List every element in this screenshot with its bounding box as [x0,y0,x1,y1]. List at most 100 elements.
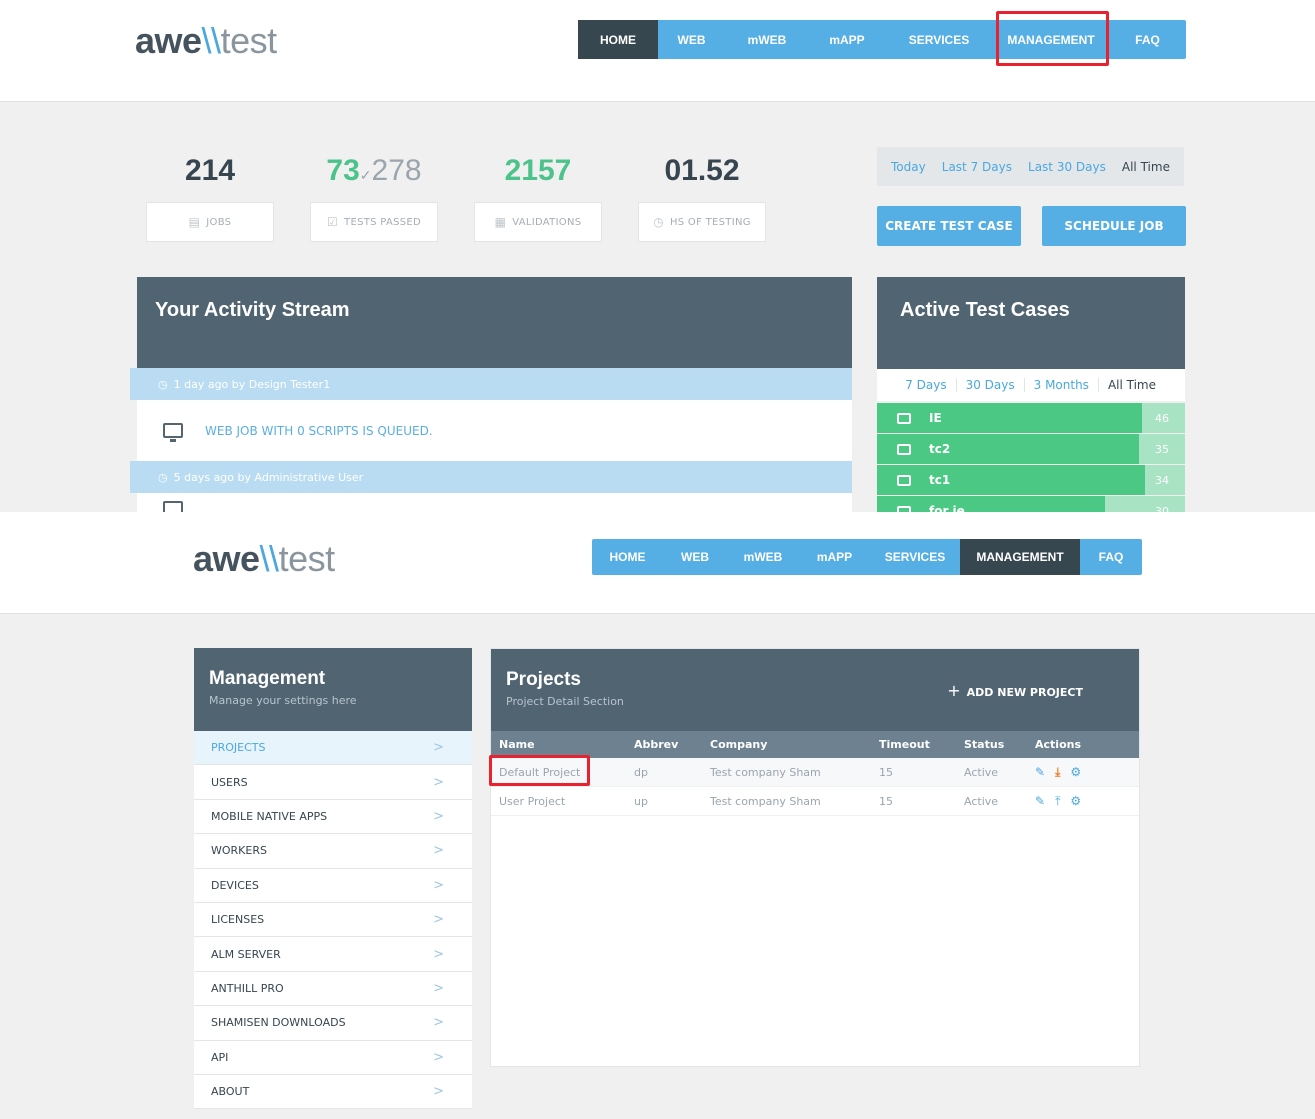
sidebar-item-projects[interactable]: PROJECTS > [194,731,472,766]
sidebar-item-about[interactable]: ABOUT > [194,1074,472,1110]
nav-services[interactable]: SERVICES [885,20,993,59]
settings-icon[interactable]: ⚙ [1070,794,1081,808]
col-name[interactable]: Name [499,731,535,758]
jobs-label: JOBS [206,216,232,228]
top-bar: awe\\test HOME WEB mWEB mAPP SERVICES MA… [0,518,1315,614]
management-sidebar: Management Manage your settings here PRO… [194,648,472,1110]
logo[interactable]: awe\\test [135,20,277,62]
add-new-project-button[interactable]: + ADD NEW PROJECT [947,681,1083,700]
sidebar-subtitle: Manage your settings here [209,694,357,707]
test-case-row[interactable]: IE 46 [877,403,1185,433]
sidebar-item-workers[interactable]: WORKERS > [194,834,472,869]
logo[interactable]: awe\\test [193,538,335,580]
active-test-cases-title: Active Test Cases [900,299,1070,321]
sidebar-item-label: PROJECTS [211,741,266,755]
test-case-count: 46 [1155,411,1169,425]
range-today[interactable]: Today [891,160,926,174]
settings-icon[interactable]: ⚙ [1070,765,1081,779]
test-case-label: for ie [897,496,965,512]
test-case-count: 30 [1155,504,1169,513]
top-bar: awe\\test HOME WEB mWEB mAPP SERVICES MA… [0,0,1315,102]
tests-passed-label-box: ☑ TESTS PASSED [310,202,438,242]
schedule-job-button[interactable]: SCHEDULE JOB [1042,206,1186,246]
sidebar-item-alm-server[interactable]: ALM SERVER > [194,937,472,972]
nav-mweb[interactable]: mWEB [725,20,809,59]
sidebar-item-users[interactable]: USERS > [194,765,472,800]
table-row[interactable]: User Project up Test company Sham 15 Act… [491,787,1139,816]
project-status: Active [964,765,999,779]
nav-faq[interactable]: FAQ [1109,20,1186,59]
validations-value: 2157 [504,154,572,187]
create-test-case-button[interactable]: CREATE TEST CASE [877,206,1021,246]
projects-header: Projects Project Detail Section + ADD NEW… [491,649,1139,731]
nav-services[interactable]: SERVICES [870,539,960,575]
range-30-days[interactable]: Last 30 Days [1028,160,1106,174]
activity-stream-title: Your Activity Stream [155,299,350,321]
validations-label-box: ▦ VALIDATIONS [474,202,602,242]
logo-slashes: \\ [201,20,222,61]
col-actions: Actions [1035,738,1081,751]
tc-range-3-months[interactable]: 3 Months [1023,378,1098,392]
chevron-right-icon: > [433,740,444,756]
test-cases-range-filter: 7 Days 30 Days 3 Months All Time [877,369,1185,401]
sidebar-item-licenses[interactable]: LICENSES > [194,902,472,938]
test-case-count: 34 [1155,473,1169,487]
upload-icon[interactable]: ⤒ [1055,794,1060,809]
project-abbrev: dp [634,765,648,779]
range-7-days[interactable]: Last 7 Days [942,160,1012,174]
stat-jobs: 214 ▤ JOBS [146,154,274,242]
checkbox-icon: ☑ [326,215,339,229]
col-timeout[interactable]: Timeout [879,731,930,758]
tc-range-30-days[interactable]: 30 Days [955,378,1024,392]
nav-mapp[interactable]: mAPP [799,539,870,575]
sidebar-item-shamisen-downloads[interactable]: SHAMISEN DOWNLOADS > [194,1006,472,1041]
projects-panel: Projects Project Detail Section + ADD NEW… [489,648,1140,1067]
test-case-row[interactable]: tc1 34 [877,465,1185,495]
tc-range-all-time[interactable]: All Time [1097,378,1165,392]
col-status[interactable]: Status [964,731,1004,758]
project-status: Active [964,794,999,808]
project-company: Test company Sham [710,794,821,808]
test-case-row[interactable]: tc2 35 [877,434,1185,464]
sidebar-item-api[interactable]: API > [194,1040,472,1075]
main-nav: HOME WEB mWEB mAPP SERVICES MANAGEMENT F… [592,539,1142,575]
stat-validations: 2157 ▦ VALIDATIONS [474,154,602,242]
tc-range-7-days[interactable]: 7 Days [896,378,955,392]
project-timeout: 15 [879,765,893,779]
nav-mweb[interactable]: mWEB [727,539,799,575]
tests-total: 278 [371,154,422,187]
download-icon[interactable]: ⤓ [1055,765,1060,780]
nav-home[interactable]: HOME [578,20,658,59]
nav-web[interactable]: WEB [658,20,725,59]
range-filter: Today Last 7 Days Last 30 Days All Time [877,147,1184,186]
chevron-right-icon: > [433,843,444,859]
sidebar-item-mobile-native-apps[interactable]: MOBILE NATIVE APPS > [194,799,472,835]
list-icon: ▤ [188,215,201,229]
project-abbrev: up [634,794,648,808]
chevron-right-icon: > [433,912,444,928]
nav-mapp[interactable]: mAPP [809,20,885,59]
edit-icon[interactable]: ✎ [1035,765,1045,779]
activity-meta-text: 1 day ago by Design Tester1 [173,377,331,391]
active-test-cases-header: Active Test Cases [877,277,1185,369]
plus-icon: + [947,681,961,700]
sidebar-item-anthill-pro[interactable]: ANTHILL PRO > [194,971,472,1007]
activity-item[interactable] [137,493,852,512]
activity-item[interactable]: WEB JOB WITH 0 SCRIPTS IS QUEUED. [137,400,852,461]
nav-faq[interactable]: FAQ [1080,539,1142,575]
test-case-row[interactable]: for ie 30 [877,496,1185,512]
col-company[interactable]: Company [710,731,767,758]
col-abbrev[interactable]: Abbrev [634,731,678,758]
chevron-right-icon: > [433,980,444,996]
sidebar-item-label: SHAMISEN DOWNLOADS [211,1016,346,1030]
nav-home[interactable]: HOME [592,539,663,575]
table-row[interactable]: Default Project dp Test company Sham 15 … [489,755,1139,787]
project-actions: ✎ ⤒ ⚙ [1035,787,1091,815]
nav-web[interactable]: WEB [663,539,727,575]
edit-icon[interactable]: ✎ [1035,794,1045,808]
sidebar-item-devices[interactable]: DEVICES > [194,868,472,903]
project-name[interactable]: User Project [499,787,565,815]
nav-management[interactable]: MANAGEMENT [960,539,1080,575]
range-all-time[interactable]: All Time [1122,160,1170,174]
tests-passed-count: 73 [326,154,360,187]
